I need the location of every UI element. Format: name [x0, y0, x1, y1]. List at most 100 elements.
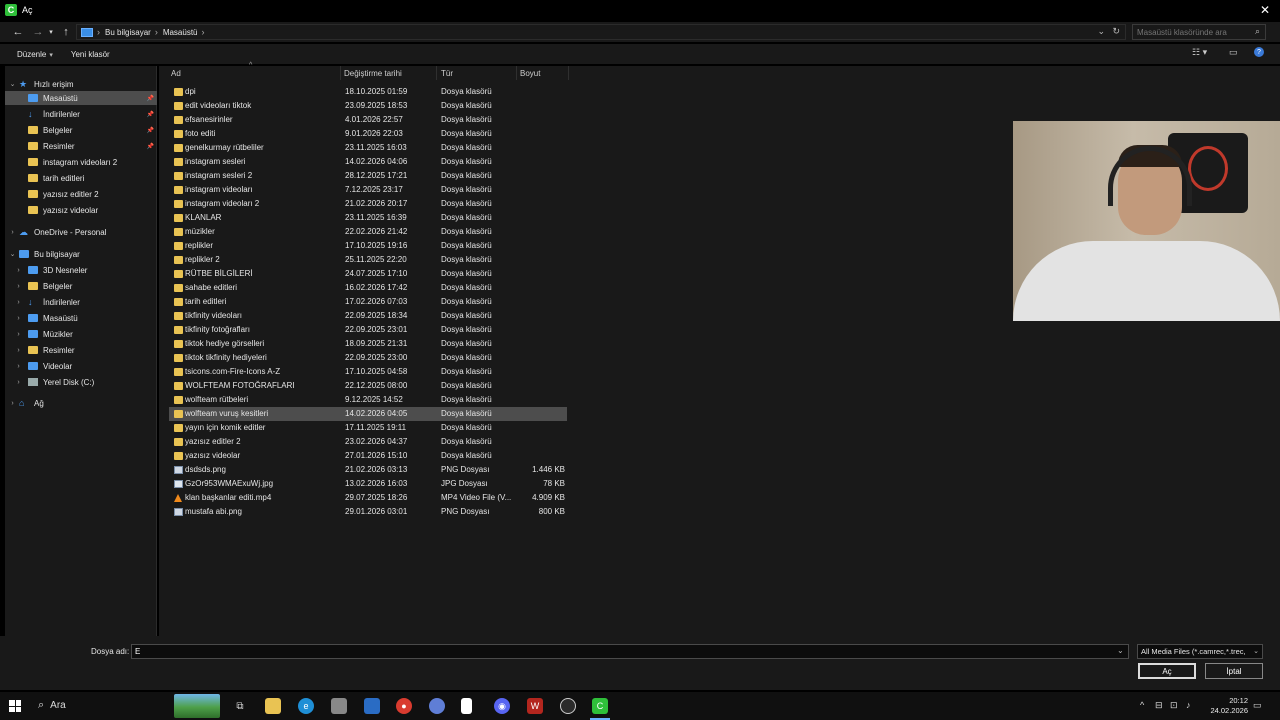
document-icon[interactable]	[461, 698, 472, 714]
chevron-up-icon[interactable]: ^	[1140, 700, 1144, 710]
search-icon[interactable]: ⌕	[1255, 26, 1260, 37]
camtasia-taskbar-icon[interactable]: C	[590, 698, 610, 720]
table-row[interactable]: dpi 18.10.2025 01:59 Dosya klasörü	[169, 85, 567, 99]
taskbar-search[interactable]: ⌕ Ara	[38, 699, 66, 712]
table-row[interactable]: replikler 17.10.2025 19:16 Dosya klasörü	[169, 239, 567, 253]
up-arrow-icon[interactable]: ↑	[58, 26, 74, 38]
chevron-right-icon[interactable]: ›	[97, 27, 100, 37]
recent-locations-icon[interactable]: ▾	[46, 28, 56, 36]
close-icon[interactable]: ✕	[1260, 3, 1270, 17]
nav-onedrive[interactable]: › ☁ OneDrive - Personal	[5, 225, 157, 239]
file-explorer-icon[interactable]	[265, 698, 281, 714]
refresh-icon[interactable]: ↻	[1112, 26, 1120, 37]
nav-pc-item[interactable]: › 3D Nesneler	[5, 263, 157, 277]
table-row[interactable]: dsdsds.png 21.02.2026 03:13 PNG Dosyası 1.4…	[169, 463, 567, 477]
nav-quick-access[interactable]: ⌄ ★ Hızlı erişim	[5, 77, 157, 91]
table-row[interactable]: yayın için komik editler 17.11.2025 19:11…	[169, 421, 567, 435]
table-row[interactable]: instagram videoları 7.12.2025 23:17 Dosya …	[169, 183, 567, 197]
table-row[interactable]: tsicons.com-Fire-Icons A-Z 17.10.2025 04:…	[169, 365, 567, 379]
table-row[interactable]: edit videoları tiktok 23.09.2025 18:53 Dos…	[169, 99, 567, 113]
column-header-type[interactable]: Tür	[437, 66, 517, 80]
nav-quick-item[interactable]: yazısız editler 2	[5, 187, 157, 201]
chevron-right-icon[interactable]: ›	[202, 27, 205, 37]
cancel-button[interactable]: İptal	[1205, 663, 1263, 679]
chevron-right-icon[interactable]: ›	[155, 27, 158, 37]
table-row[interactable]: tikfinity fotoğrafları 22.09.2025 23:01 Do…	[169, 323, 567, 337]
tray-icon[interactable]: ⊟	[1155, 700, 1163, 711]
table-row[interactable]: yazısız editler 2 23.02.2026 04:37 Dosya k…	[169, 435, 567, 449]
notifications-icon[interactable]: ▭	[1253, 700, 1262, 711]
store-icon[interactable]	[364, 698, 380, 714]
nav-pc-item[interactable]: › ↓ İndirilenler	[5, 295, 157, 309]
preview-pane-icon[interactable]: ▭	[1229, 47, 1238, 58]
table-row[interactable]: tikfinity videoları 22.09.2025 18:34 Dosya…	[169, 309, 567, 323]
table-row[interactable]: efsanesirinler 4.01.2026 22:57 Dosya klasö…	[169, 113, 567, 127]
table-row[interactable]: wolfteam rütbeleri 9.12.2025 14:52 Dosya k…	[169, 393, 567, 407]
column-header-size[interactable]: Boyut	[517, 66, 569, 80]
chevron-down-icon[interactable]: ⌄	[1097, 26, 1105, 37]
game-app-icon[interactable]: W	[527, 698, 543, 714]
chevron-right-icon[interactable]: ›	[8, 229, 17, 236]
table-row[interactable]: klan başkanlar editi.mp4 29.07.2025 18:26…	[169, 491, 567, 505]
table-row[interactable]: RÜTBE BİLGİLERİ 24.07.2025 17:10 Dosya kla…	[169, 267, 567, 281]
nav-pc-item[interactable]: › Müzikler	[5, 327, 157, 341]
nav-quick-item[interactable]: Resimler 📌	[5, 139, 157, 153]
nav-quick-item[interactable]: instagram videoları 2	[5, 155, 157, 169]
nav-quick-item[interactable]: yazısız videolar	[5, 203, 157, 217]
nav-quick-item[interactable]: Masaüstü 📌	[5, 91, 157, 105]
chevron-down-icon[interactable]: ⌄	[8, 250, 17, 258]
chevron-right-icon[interactable]: ›	[14, 267, 23, 274]
table-row[interactable]: WOLFTEAM FOTOĞRAFLARI 22.12.2025 08:00 Dos…	[169, 379, 567, 393]
organize-button[interactable]: Düzenle ▾	[17, 50, 53, 59]
table-row[interactable]: wolfteam vuruş kesitleri 14.02.2026 04:05…	[169, 407, 567, 421]
nav-this-pc[interactable]: ⌄ Bu bilgisayar	[5, 247, 157, 261]
chevron-right-icon[interactable]: ›	[14, 283, 23, 290]
filename-field[interactable]	[131, 644, 1129, 659]
table-row[interactable]: foto editi 9.01.2026 22:03 Dosya klasörü	[169, 127, 567, 141]
table-row[interactable]: tarih editleri 17.02.2026 07:03 Dosya klas…	[169, 295, 567, 309]
nav-pc-item[interactable]: › Resimler	[5, 343, 157, 357]
chevron-right-icon[interactable]: ›	[8, 400, 17, 407]
app-icon[interactable]	[560, 698, 576, 714]
chevron-right-icon[interactable]: ›	[14, 347, 23, 354]
column-header-date[interactable]: Değiştirme tarihi	[341, 66, 437, 80]
table-row[interactable]: GzOr953WMAExuWj.jpg 13.02.2026 16:03 JPG D…	[169, 477, 567, 491]
chevron-right-icon[interactable]: ›	[14, 315, 23, 322]
chevron-right-icon[interactable]: ›	[14, 299, 23, 306]
windows-start-icon[interactable]	[9, 700, 21, 712]
breadcrumb-desktop[interactable]: Masaüstü	[163, 28, 198, 37]
table-row[interactable]: instagram sesleri 2 28.12.2025 17:21 Dosya…	[169, 169, 567, 183]
breadcrumb-this-pc[interactable]: Bu bilgisayar	[105, 28, 151, 37]
table-row[interactable]: tiktok tikfinity hediyeleri 22.09.2025 23…	[169, 351, 567, 365]
app-icon[interactable]	[331, 698, 347, 714]
table-row[interactable]: genelkurmay rütbeliler 23.11.2025 16:03 Do…	[169, 141, 567, 155]
help-button[interactable]: ?	[1254, 47, 1264, 57]
search-highlight-image[interactable]	[174, 694, 220, 718]
table-row[interactable]: yazısız videolar 27.01.2026 15:10 Dosya kl…	[169, 449, 567, 463]
table-row[interactable]: instagram sesleri 14.02.2026 04:06 Dosya k…	[169, 155, 567, 169]
view-options-icon[interactable]: ☷ ▾	[1192, 47, 1207, 58]
breadcrumb[interactable]: › Bu bilgisayar › Masaüstü › ⌄ ↻	[76, 24, 1126, 40]
chrome-icon[interactable]: ●	[396, 698, 412, 714]
file-type-filter[interactable]: All Media Files (*.camrec,*.trec, ⌄	[1137, 644, 1263, 659]
nav-pc-item[interactable]: › Masaüstü	[5, 311, 157, 325]
nav-quick-item[interactable]: ↓ İndirilenler 📌	[5, 107, 157, 121]
table-row[interactable]: KLANLAR 23.11.2025 16:39 Dosya klasörü	[169, 211, 567, 225]
nav-network[interactable]: › ⌂ Ağ	[5, 396, 157, 410]
open-button[interactable]: Aç	[1138, 663, 1196, 679]
task-view-icon[interactable]: ⧉	[232, 698, 248, 714]
table-row[interactable]: replikler 2 25.11.2025 22:20 Dosya klasörü	[169, 253, 567, 267]
table-row[interactable]: müzikler 22.02.2026 21:42 Dosya klasörü	[169, 225, 567, 239]
chevron-right-icon[interactable]: ›	[14, 379, 23, 386]
search-box[interactable]: ⌕	[1132, 24, 1266, 40]
search-input[interactable]	[1137, 27, 1247, 37]
chevron-right-icon[interactable]: ›	[14, 331, 23, 338]
network-icon[interactable]: ⊡	[1170, 700, 1178, 711]
discord-icon[interactable]: ◉	[494, 698, 510, 714]
nav-quick-item[interactable]: Belgeler 📌	[5, 123, 157, 137]
new-folder-button[interactable]: Yeni klasör	[71, 50, 110, 59]
nav-pc-item[interactable]: › Yerel Disk (C:)	[5, 375, 157, 389]
back-arrow-icon[interactable]: ←	[10, 26, 26, 38]
table-row[interactable]: tiktok hediye görselleri 18.09.2025 21:31…	[169, 337, 567, 351]
chevron-down-icon[interactable]: ⌄	[1117, 646, 1124, 655]
